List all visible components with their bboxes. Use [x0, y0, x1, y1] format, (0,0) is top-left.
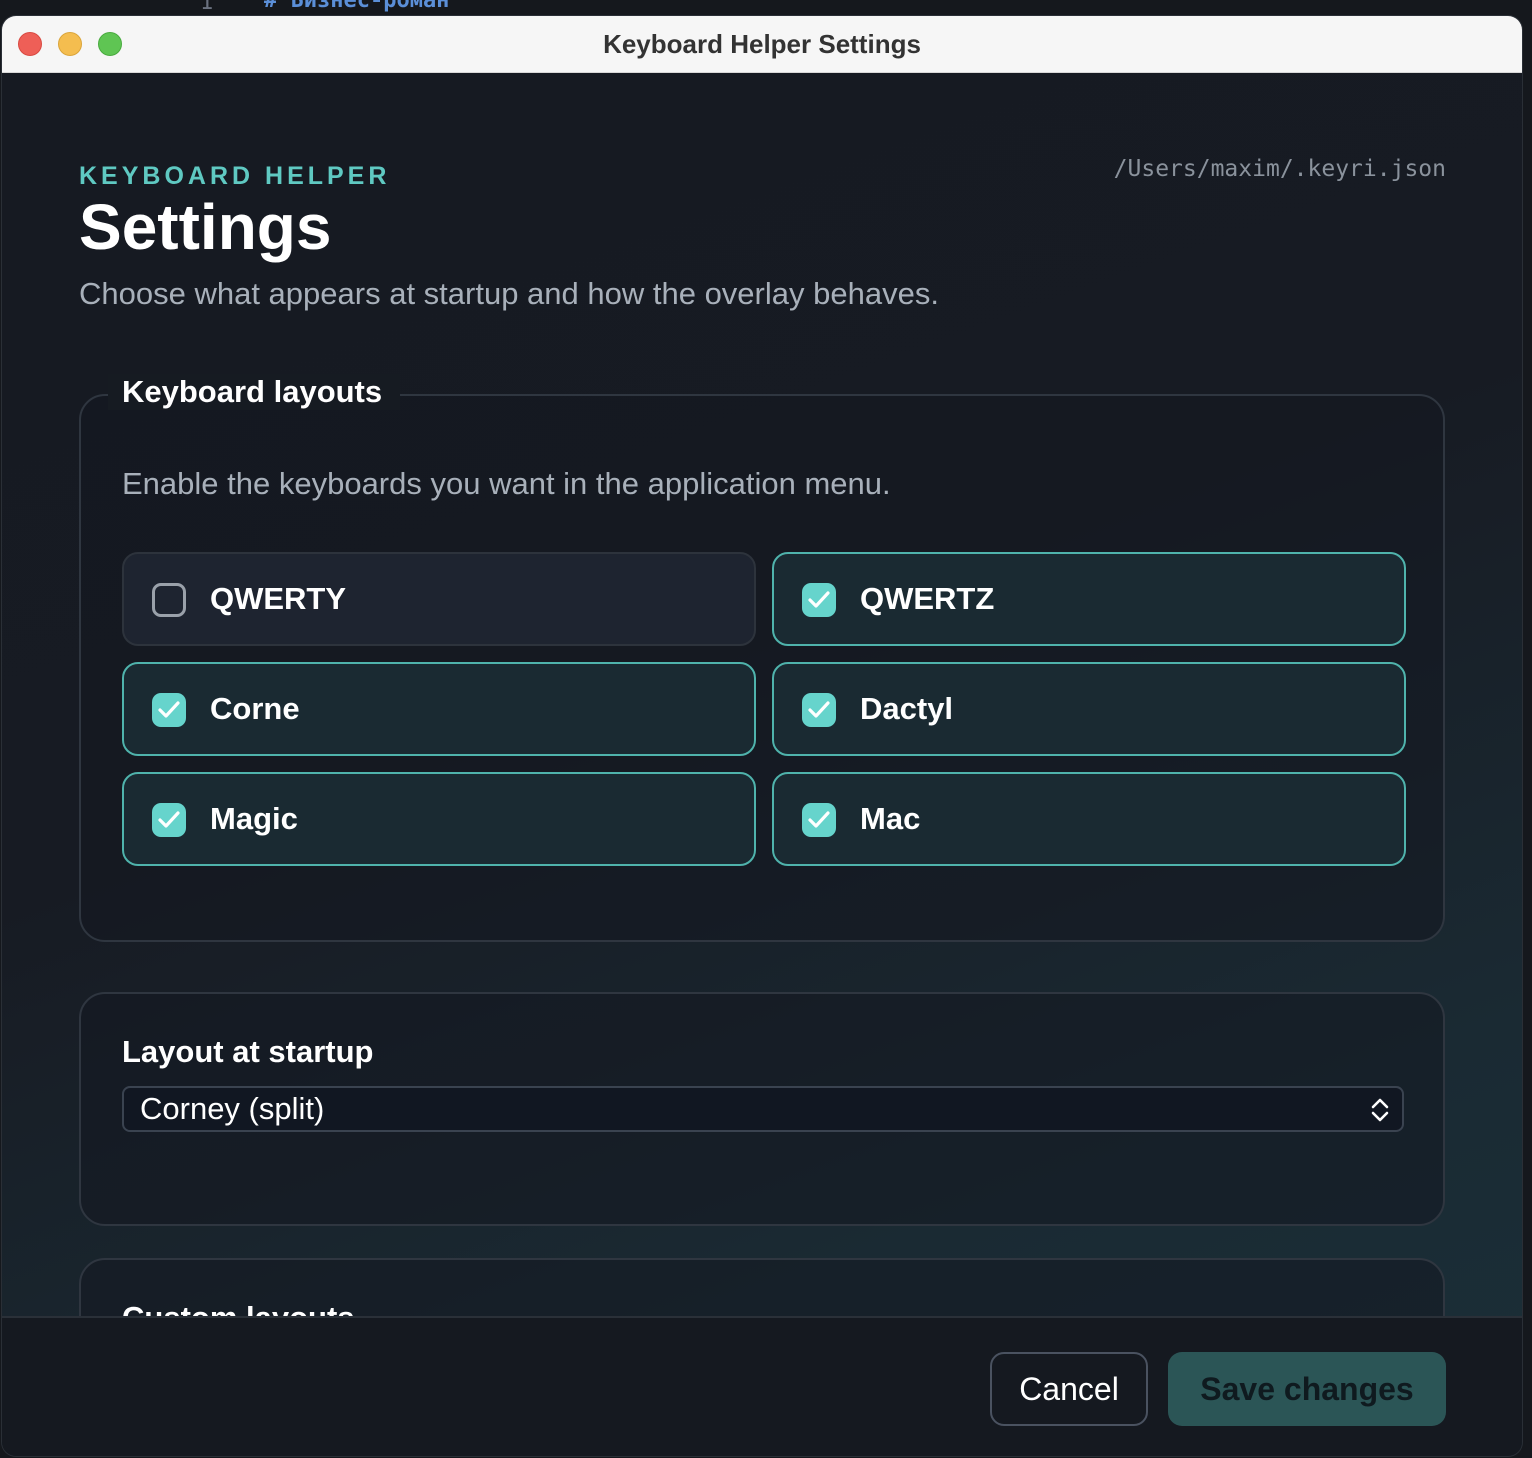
title-bar: Keyboard Helper Settings — [2, 16, 1522, 73]
layout-option-magic[interactable]: Magic — [122, 772, 756, 866]
cancel-button[interactable]: Cancel — [990, 1352, 1148, 1426]
checkbox-checked-icon[interactable] — [152, 693, 186, 727]
page-title: Settings — [79, 191, 332, 263]
checkbox-checked-icon[interactable] — [802, 693, 836, 727]
editor-code-line: # Бизнес-роман — [264, 0, 450, 13]
checkbox-checked-icon[interactable] — [802, 583, 836, 617]
checkbox-checked-icon[interactable] — [802, 803, 836, 837]
startup-layout-value: Corney (split) — [140, 1091, 325, 1126]
layout-option-label: Corne — [210, 691, 300, 726]
settings-content[interactable]: KEYBOARD HELPER /Users/maxim/.keyri.json… — [2, 72, 1522, 1316]
keyboard-layouts-legend: Keyboard layouts — [108, 374, 401, 410]
keyboard-layouts-description: Enable the keyboards you want in the app… — [122, 466, 891, 501]
startup-layout-title: Layout at startup — [122, 1034, 374, 1069]
layout-option-label: QWERTY — [210, 581, 347, 616]
window-title: Keyboard Helper Settings — [603, 29, 921, 59]
layout-option-label: Dactyl — [860, 691, 954, 726]
layout-option-qwerty[interactable]: QWERTY — [122, 552, 756, 646]
editor-line-number: 1 — [200, 0, 214, 15]
save-changes-button[interactable]: Save changes — [1168, 1352, 1446, 1426]
page-subtitle: Choose what appears at startup and how t… — [79, 276, 939, 311]
settings-window: Keyboard Helper Settings KEYBOARD HELPER… — [2, 16, 1522, 1456]
layout-option-label: Mac — [860, 801, 921, 836]
layout-option-label: QWERTZ — [860, 581, 995, 616]
custom-layouts-title: Custom layouts — [122, 1300, 355, 1316]
config-path: /Users/maxim/.keyri.json — [1113, 156, 1446, 182]
layout-option-dactyl[interactable]: Dactyl — [772, 662, 1406, 756]
layout-option-qwertz[interactable]: QWERTZ — [772, 552, 1406, 646]
layout-option-label: Magic — [210, 801, 298, 836]
startup-layout-select[interactable]: Corney (split) — [122, 1086, 1404, 1132]
layout-option-corne[interactable]: Corne — [122, 662, 756, 756]
footer-bar: Cancel Save changes — [2, 1316, 1522, 1456]
checkbox-unchecked-icon[interactable] — [152, 583, 186, 617]
layout-option-mac[interactable]: Mac — [772, 772, 1406, 866]
checkbox-checked-icon[interactable] — [152, 803, 186, 837]
app-eyebrow: KEYBOARD HELPER — [79, 162, 391, 190]
select-chevrons-icon — [1371, 1098, 1389, 1122]
